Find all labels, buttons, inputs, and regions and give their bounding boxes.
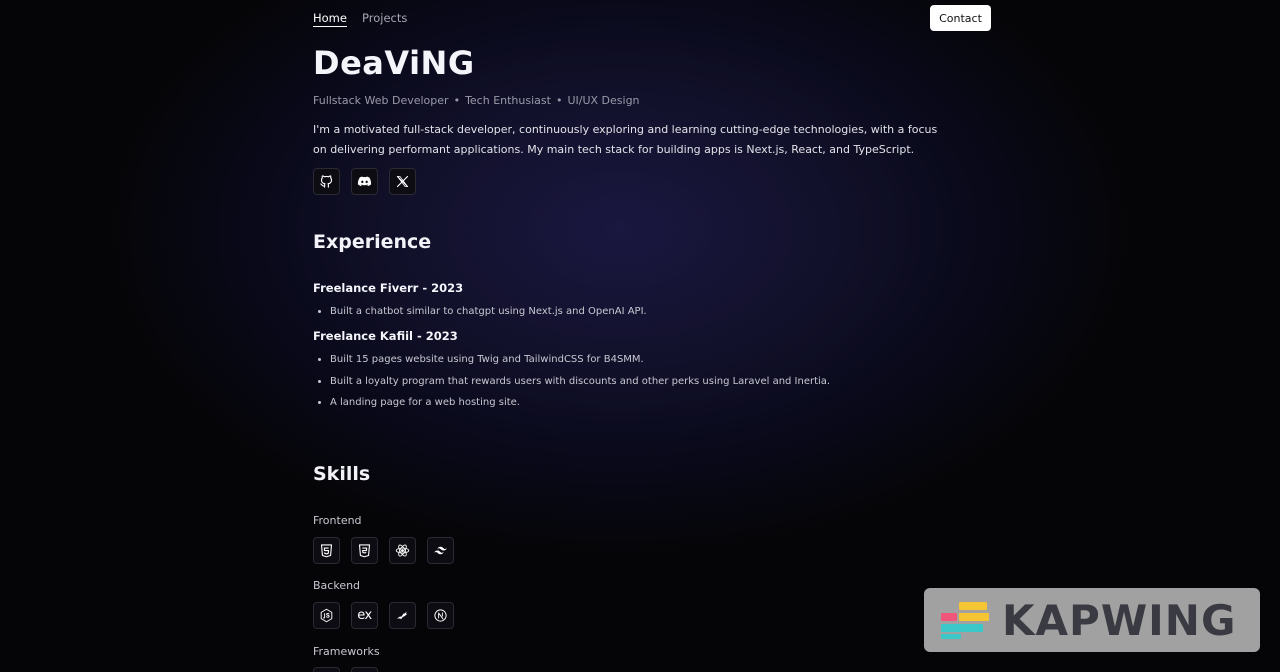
skill-react	[389, 537, 416, 564]
skill-category-label: Backend	[313, 579, 361, 592]
discord-icon	[357, 176, 372, 187]
roles-line: Fullstack Web Developer • Tech Enthusiast •…	[313, 94, 640, 107]
skill-tailwind	[427, 537, 454, 564]
nav-home-link[interactable]: Home	[313, 11, 347, 27]
logo-bar-teal	[941, 624, 983, 632]
job-title: Freelance Kafiil - 2023	[313, 329, 458, 343]
list-item: Built a loyalty program that rewards use…	[330, 371, 830, 393]
logo-bar-teal-small	[941, 634, 961, 639]
nextjs-icon	[434, 609, 447, 622]
role-item: Tech Enthusiast	[465, 94, 551, 107]
frameworks-skills	[313, 667, 378, 672]
x-icon	[396, 175, 409, 188]
skill-express: ex	[351, 602, 378, 629]
skill-css3	[351, 537, 378, 564]
x-link[interactable]	[389, 168, 416, 195]
nav-projects-link[interactable]: Projects	[362, 11, 407, 25]
discord-link[interactable]	[351, 168, 378, 195]
site-brand-title: DeaViNG	[313, 44, 475, 82]
kapwing-wordmark: KAPWING	[1002, 595, 1237, 645]
kapwing-watermark: KAPWING	[924, 588, 1260, 652]
logo-bar-yellow	[959, 602, 987, 610]
job-title: Freelance Fiverr - 2023	[313, 281, 464, 295]
logo-bar-pink	[941, 613, 957, 621]
separator-dot: •	[555, 94, 563, 107]
react-icon	[395, 544, 410, 557]
github-link[interactable]	[313, 168, 340, 195]
job-bullets: Built a chatbot similar to chatgpt using…	[313, 301, 647, 323]
backend-skills: ex	[313, 602, 454, 629]
skill-category-label: Frameworks	[313, 645, 380, 658]
prisma-icon	[396, 611, 408, 619]
bio-paragraph: I'm a motivated full-stack developer, co…	[313, 123, 938, 156]
nodejs-icon	[320, 608, 333, 623]
list-item: Built a chatbot similar to chatgpt using…	[330, 301, 647, 323]
github-icon	[320, 175, 333, 188]
tailwind-icon	[434, 546, 447, 555]
separator-dot: •	[453, 94, 461, 107]
job-bullets: Built 15 pages website using Twig and Ta…	[313, 349, 830, 414]
express-icon: ex	[357, 608, 372, 623]
kapwing-logo	[937, 600, 992, 640]
skill-nodejs	[313, 602, 340, 629]
frontend-skills	[313, 537, 454, 564]
skill-framework-1	[313, 667, 340, 672]
skill-framework-2	[351, 667, 378, 672]
social-links	[313, 168, 416, 195]
page-container: Home Projects Contact DeaViNG Fullstack …	[313, 0, 991, 672]
list-item: Built 15 pages website using Twig and Ta…	[330, 349, 830, 371]
top-nav: Home Projects Contact	[313, 0, 991, 36]
contact-button[interactable]: Contact	[930, 5, 991, 31]
role-item: UI/UX Design	[567, 94, 640, 107]
experience-heading: Experience	[313, 231, 432, 253]
skill-category-label: Frontend	[313, 514, 362, 527]
list-item: A landing page for a web hosting site.	[330, 392, 830, 414]
skills-heading: Skills	[313, 463, 371, 485]
html5-icon	[320, 544, 333, 558]
role-item: Fullstack Web Developer	[313, 94, 449, 107]
skill-html5	[313, 537, 340, 564]
css3-icon	[358, 544, 371, 558]
skill-prisma	[389, 602, 416, 629]
skill-nextjs	[427, 602, 454, 629]
logo-bar-yellow-mid	[959, 613, 989, 621]
